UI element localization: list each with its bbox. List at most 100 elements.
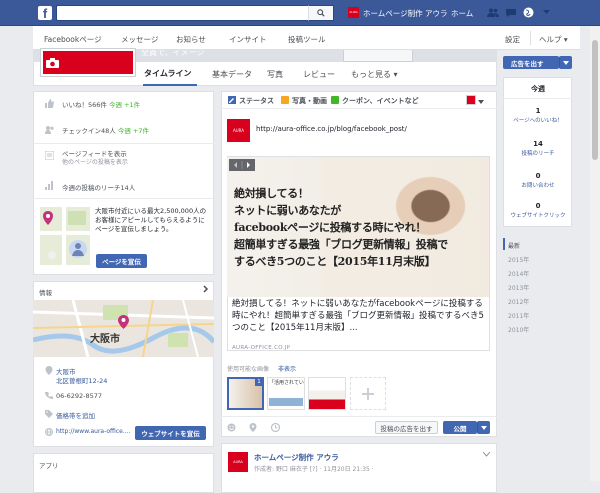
promo-illustration <box>40 207 90 265</box>
thumbnail-text: 「活用されてい <box>269 380 304 386</box>
facebook-logo[interactable]: f <box>38 6 52 20</box>
image-thumbnail[interactable] <box>308 377 346 410</box>
add-image-button[interactable] <box>350 377 386 410</box>
divider <box>33 198 214 199</box>
divider <box>33 143 214 144</box>
checkin-icon <box>45 125 54 134</box>
link-domain: AURA-OFFICE.CO.JP <box>232 345 291 351</box>
chevron-right-icon[interactable] <box>202 285 210 293</box>
clock-icon[interactable] <box>270 422 281 433</box>
page-avatar[interactable]: AURA <box>348 7 359 18</box>
nav-publishing-tools[interactable]: 投稿ツール <box>288 34 326 45</box>
location-pin-icon <box>45 366 54 375</box>
tab-more[interactable]: もっと見る ▾ <box>351 69 398 80</box>
composer-photo-video-tab[interactable]: 写真・動画 <box>292 96 327 106</box>
dropdown-icon[interactable] <box>540 7 552 18</box>
add-price-range-link[interactable]: 価格帯を追加 <box>56 410 95 420</box>
stat-post-reach-label[interactable]: 投稿のリーチ <box>503 149 573 157</box>
post-reach[interactable]: 今週の投稿のリーチ14人 <box>62 182 135 192</box>
nav-notifications[interactable]: お知らせ <box>176 34 206 45</box>
composer-offer-event-tab[interactable]: クーポン、イベントなど <box>342 96 419 106</box>
divider <box>221 416 497 417</box>
headline-line-4: 超簡単すぎる最強「ブログ更新情報」投稿で <box>234 238 448 251</box>
create-ad-button[interactable]: 広告を出す <box>503 56 559 69</box>
camera-icon[interactable] <box>46 58 59 68</box>
publish-options-button[interactable] <box>477 421 490 434</box>
timeline-year-2014[interactable]: 2014年 <box>508 269 529 278</box>
post-options-icon[interactable] <box>482 451 491 457</box>
timeline-year-2012[interactable]: 2012年 <box>508 297 529 306</box>
publish-button[interactable]: 公開 <box>443 421 477 434</box>
stat-website-clicks-number: 0 <box>535 202 541 210</box>
headline-line-1: 絶対損してる！ <box>234 187 309 200</box>
stat-post-reach-number: 14 <box>533 140 543 148</box>
timeline-year-2013[interactable]: 2013年 <box>508 283 529 292</box>
address-line-2[interactable]: 北区曽根町12-24 <box>56 375 107 385</box>
emoji-icon[interactable] <box>227 423 236 432</box>
friends-icon[interactable] <box>487 7 499 18</box>
map-pin-icon <box>118 315 129 329</box>
post-author-name[interactable]: ホームページ制作 アウラ <box>254 452 339 463</box>
phone-number: 06-6292-8577 <box>56 392 103 400</box>
offer-event-icon <box>331 96 339 104</box>
promote-page-button[interactable]: ページを宣伝 <box>96 254 147 268</box>
tab-reviews[interactable]: レビュー <box>303 69 335 80</box>
posting-as-avatar[interactable] <box>466 95 476 105</box>
page-name-link[interactable]: ホームページ制作 アウラ <box>363 8 448 19</box>
home-link[interactable]: ホーム <box>451 8 473 19</box>
notifications-icon[interactable] <box>522 7 534 18</box>
nav-facebook-page[interactable]: Facebookページ <box>44 34 102 45</box>
boost-post-button[interactable]: 投稿の広告を出す <box>375 421 438 434</box>
hide-images-link[interactable]: 非表示 <box>278 364 296 373</box>
messages-icon[interactable] <box>505 7 517 18</box>
search-button[interactable] <box>308 5 334 21</box>
composer-status-tab[interactable]: ステータス <box>239 96 274 106</box>
likes-count[interactable]: いいね！566件 <box>62 101 107 109</box>
like-icon <box>45 99 54 108</box>
checkins-delta: 今週 +7件 <box>117 127 150 135</box>
composer-text[interactable]: http://aura-office.co.jp/blog/facebook_p… <box>256 125 407 133</box>
cover-action-button[interactable] <box>343 50 413 62</box>
phone-icon <box>45 392 54 401</box>
thumbnail-graphic <box>269 398 303 406</box>
stat-website-clicks-label[interactable]: ウェブサイトクリック <box>503 211 573 219</box>
nav-messages[interactable]: メッセージ <box>121 34 158 45</box>
nav-divider <box>530 31 531 45</box>
available-images-label: 使用可能な画像 <box>227 366 270 373</box>
post-author-avatar[interactable]: AURA <box>228 452 248 472</box>
nav-help[interactable]: ヘルプ ▾ <box>539 34 568 45</box>
checkins-count[interactable]: チェックイン48人 <box>62 127 116 135</box>
timeline-year-2011[interactable]: 2011年 <box>508 311 529 320</box>
create-ad-options[interactable] <box>559 56 572 69</box>
headline-line-2: ネットに弱いあなたが <box>234 204 341 217</box>
timeline-year-2010[interactable]: 2010年 <box>508 325 529 334</box>
chart-icon <box>45 181 54 190</box>
timeline-year-latest[interactable]: 最新 <box>508 241 520 250</box>
selected-count-badge: 1 <box>255 378 263 386</box>
promo-text: 大阪市付近にいる最大2,500,000人のお客様にアピールしてもらえるようにペー… <box>95 207 207 233</box>
apps-card <box>33 453 214 493</box>
stat-inquiries-label[interactable]: お問い合わせ <box>503 181 573 189</box>
location-icon[interactable] <box>249 423 258 432</box>
tab-about[interactable]: 基本データ <box>212 69 252 80</box>
tab-timeline[interactable]: タイムライン <box>144 68 191 79</box>
tab-photos[interactable]: 写真 <box>267 69 283 80</box>
image-carousel-controls[interactable] <box>229 159 255 171</box>
chevron-down-icon[interactable] <box>478 98 484 104</box>
search-icon <box>317 9 325 17</box>
search-input[interactable] <box>56 5 334 21</box>
feed-subtitle: 他のページの投稿を表示 <box>62 159 128 166</box>
stat-page-likes-label[interactable]: ページへのいいね！ <box>503 116 573 124</box>
post-meta: 作成者: 野口 麻衣子 [?] · 11月20日 21:35 · <box>254 466 374 473</box>
nav-settings[interactable]: 設定 <box>505 34 520 45</box>
nav-insights[interactable]: インサイト <box>229 34 267 45</box>
scrollbar-thumb[interactable] <box>592 40 598 160</box>
headline-line-3: facebookページに投稿する時にやれ！ <box>234 221 427 234</box>
timeline-year-2015[interactable]: 2015年 <box>508 255 529 264</box>
status-icon <box>228 96 236 104</box>
info-title: 情報 <box>39 289 52 297</box>
promote-website-button[interactable]: ウェブサイトを宣伝 <box>135 426 206 440</box>
link-title[interactable]: 絶対損してる！ネットに弱いあなたがfacebookページに投稿する時にやれ！超簡… <box>232 298 484 334</box>
page-logo: AURA <box>227 119 250 142</box>
website-link[interactable]: http://www.aura-office.... <box>56 428 130 435</box>
